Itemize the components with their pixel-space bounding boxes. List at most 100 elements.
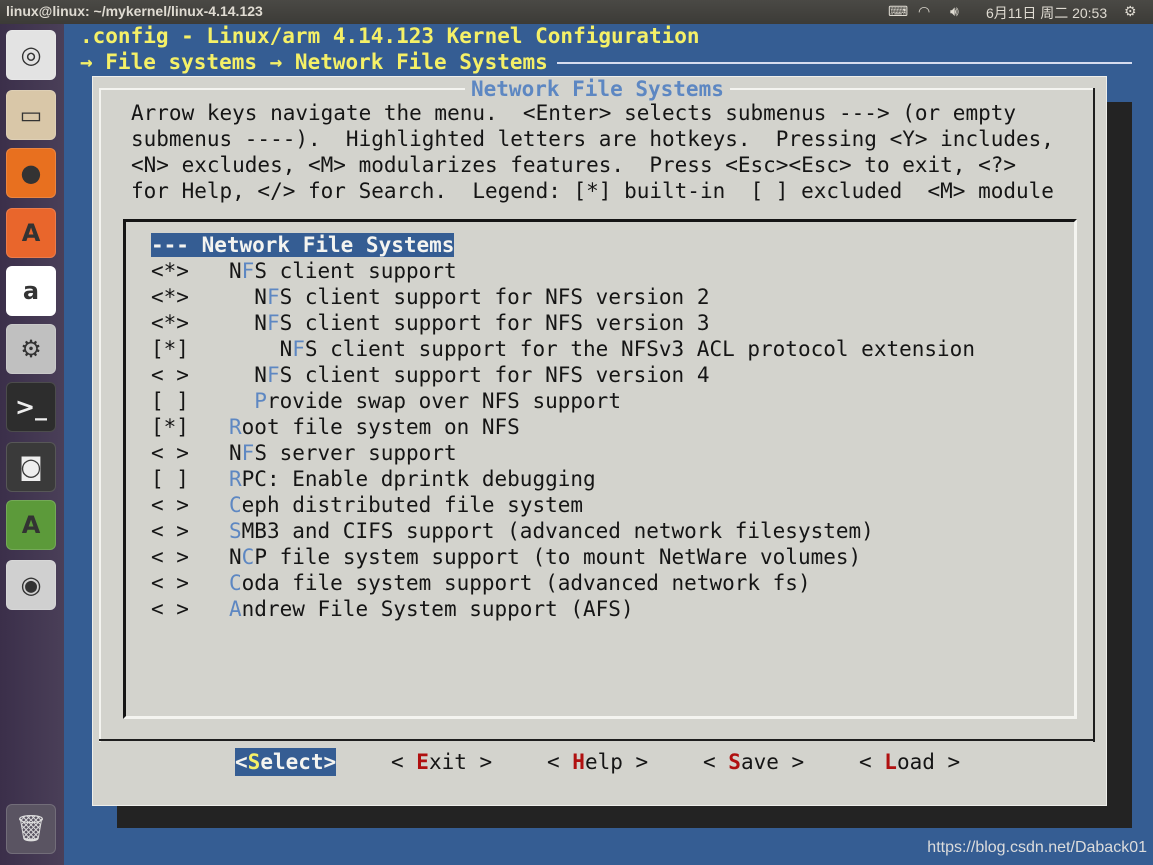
menu-item[interactable]: [ ] RPC: Enable dprintk debugging [151,466,596,492]
file-manager-icon[interactable]: ▭ [6,90,56,140]
menu-item-label: RPC: Enable dprintk debugging [229,467,596,491]
menu-item-label: NFS client support [229,259,457,283]
exit-button[interactable]: < Exit > [391,748,492,776]
hotkey-letter: R [229,415,242,439]
menu-item-label: NFS client support for NFS version 2 [229,285,710,309]
menu-item-label: Andrew File System support (AFS) [229,597,634,621]
hotkey-letter: F [241,441,255,465]
menu-item[interactable]: < > Ceph distributed file system [151,492,583,518]
menu-item-state[interactable]: [*] [151,414,229,440]
hotkey-letter: F [266,285,280,309]
menu-item-state[interactable]: < > [151,518,229,544]
menu-item-state[interactable]: < > [151,570,229,596]
volume-icon[interactable]: 🔊︎ [950,3,959,20]
clock[interactable]: 6月11日 周二 20:53 [986,3,1107,23]
system-settings-icon-glyph: ⚙ [20,335,42,363]
help-text: submenus ----). Highlighted letters are … [131,127,1054,151]
menuconfig-dialog: Network File Systems Arrow keys navigate… [92,76,1107,806]
launcher: ◎ ▭ ● Aa ⚙ >_ ◙ A ◉ 🗑 [0,24,64,865]
dialog-border [1093,88,1095,742]
terminal-icon-glyph: >_ [14,393,48,421]
dialog-border [99,88,101,742]
menu-item[interactable]: < > Andrew File System support (AFS) [151,596,634,622]
terminal-icon[interactable]: >_ [6,382,56,432]
help-button[interactable]: < Help > [547,748,648,776]
menu-item-state[interactable]: < > [151,440,229,466]
keyboard-icon[interactable]: ⌨ [888,3,908,20]
hotkey-letter: H [572,750,585,774]
menu-item-state[interactable]: <*> [151,284,229,310]
software-updater-icon-glyph: A [21,511,41,539]
terminal-window[interactable]: .config - Linux/arm 4.14.123 Kernel Conf… [64,24,1153,865]
hotkey-letter: E [416,750,429,774]
watermark: https://blog.csdn.net/Daback01 [927,839,1147,856]
trash-icon[interactable]: 🗑 [6,804,56,854]
menu-item-state[interactable]: < > [151,492,229,518]
hotkey-letter: C [229,571,242,595]
ubuntu-dash-icon[interactable]: ◎ [6,30,56,80]
menu-item[interactable]: --- Network File Systems [151,232,455,258]
menu-item-label: Coda file system support (advanced netwo… [229,571,811,595]
menu-item[interactable]: [*] NFS client support for the NFSv3 ACL… [151,336,975,362]
ubuntu-dash-icon-glyph: ◎ [20,41,42,69]
menu-item-state[interactable]: < > [151,362,229,388]
hotkey-letter: A [229,597,242,621]
menu-item-state[interactable]: [ ] [151,388,229,414]
software-center-icon-glyph: A [21,219,41,247]
menu-item-label: NFS client support for the NFSv3 ACL pro… [229,337,975,361]
firefox-icon-glyph: ● [20,159,42,187]
menu-item[interactable]: <*> NFS client support for NFS version 3 [151,310,709,336]
load-button[interactable]: < Load > [859,748,960,776]
menu-item[interactable]: [*] Root file system on NFS [151,414,520,440]
hotkey-letter: F [266,311,280,335]
menu-item[interactable]: < > NFS client support for NFS version 4 [151,362,709,388]
menu-item-state[interactable]: <*> [151,258,229,284]
hotkey-letter: S [728,750,741,774]
menu-item-state[interactable]: < > [151,544,229,570]
amazon-icon-glyph: a [22,277,40,305]
menu-item-label: NFS server support [229,441,457,465]
menu-item-label: Ceph distributed file system [229,493,584,517]
save-button[interactable]: < Save > [703,748,804,776]
gear-icon[interactable]: ⚙ [1124,3,1137,20]
help-text: Arrow keys navigate the menu. <Enter> se… [131,101,1017,125]
menu-item[interactable]: < > NFS server support [151,440,457,466]
system-settings-icon[interactable]: ⚙ [6,324,56,374]
menu-item-state[interactable]: [*] [151,336,229,362]
menu-item-label: Root file system on NFS [229,415,520,439]
menu-item[interactable]: [ ] Provide swap over NFS support [151,388,621,414]
menu-item[interactable]: < > NCP file system support (to mount Net… [151,544,861,570]
menu-item[interactable]: <*> NFS client support for NFS version 2 [151,284,709,310]
firefox-icon[interactable]: ● [6,148,56,198]
menu-item-label: NFS client support for NFS version 4 [229,363,710,387]
dvd-icon-glyph: ◉ [20,571,42,599]
dvd-icon[interactable]: ◉ [6,560,56,610]
menu-item-state[interactable]: [ ] [151,466,229,492]
hotkey-letter: F [241,259,255,283]
software-center-icon[interactable]: A [6,208,56,258]
menu-item-state[interactable]: < > [151,596,229,622]
software-updater-icon[interactable]: A [6,500,56,550]
wifi-icon[interactable]: ◠ [918,3,930,20]
hotkey-letter: S [247,750,261,774]
hotkey-letter: L [884,750,897,774]
menu-item-label: NCP file system support (to mount NetWar… [229,545,862,569]
config-title: .config - Linux/arm 4.14.123 Kernel Conf… [80,24,700,48]
help-text: <N> excludes, <M> modularizes features. … [131,153,1017,177]
safe-icon[interactable]: ◙ [6,442,56,492]
menu-item[interactable]: < > Coda file system support (advanced ne… [151,570,811,596]
select-button[interactable]: <Select> [235,748,337,776]
hotkey-letter: S [229,519,242,543]
safe-icon-glyph: ◙ [19,453,43,481]
menu-item[interactable]: <*> NFS client support [151,258,457,284]
help-text: for Help, </> for Search. Legend: [*] bu… [131,179,1054,203]
hotkey-letter: F [266,363,280,387]
menu-item-label: SMB3 and CIFS support (advanced network … [229,519,874,543]
amazon-icon[interactable]: a [6,266,56,316]
menu-item[interactable]: < > SMB3 and CIFS support (advanced netwo… [151,518,874,544]
title-rule [557,62,1132,64]
hotkey-letter: F [292,337,305,361]
window-title: linux@linux: ~/mykernel/linux-4.14.123 [6,3,263,19]
menu-item-state[interactable]: <*> [151,310,229,336]
menu-item-label: NFS client support for NFS version 3 [229,311,710,335]
